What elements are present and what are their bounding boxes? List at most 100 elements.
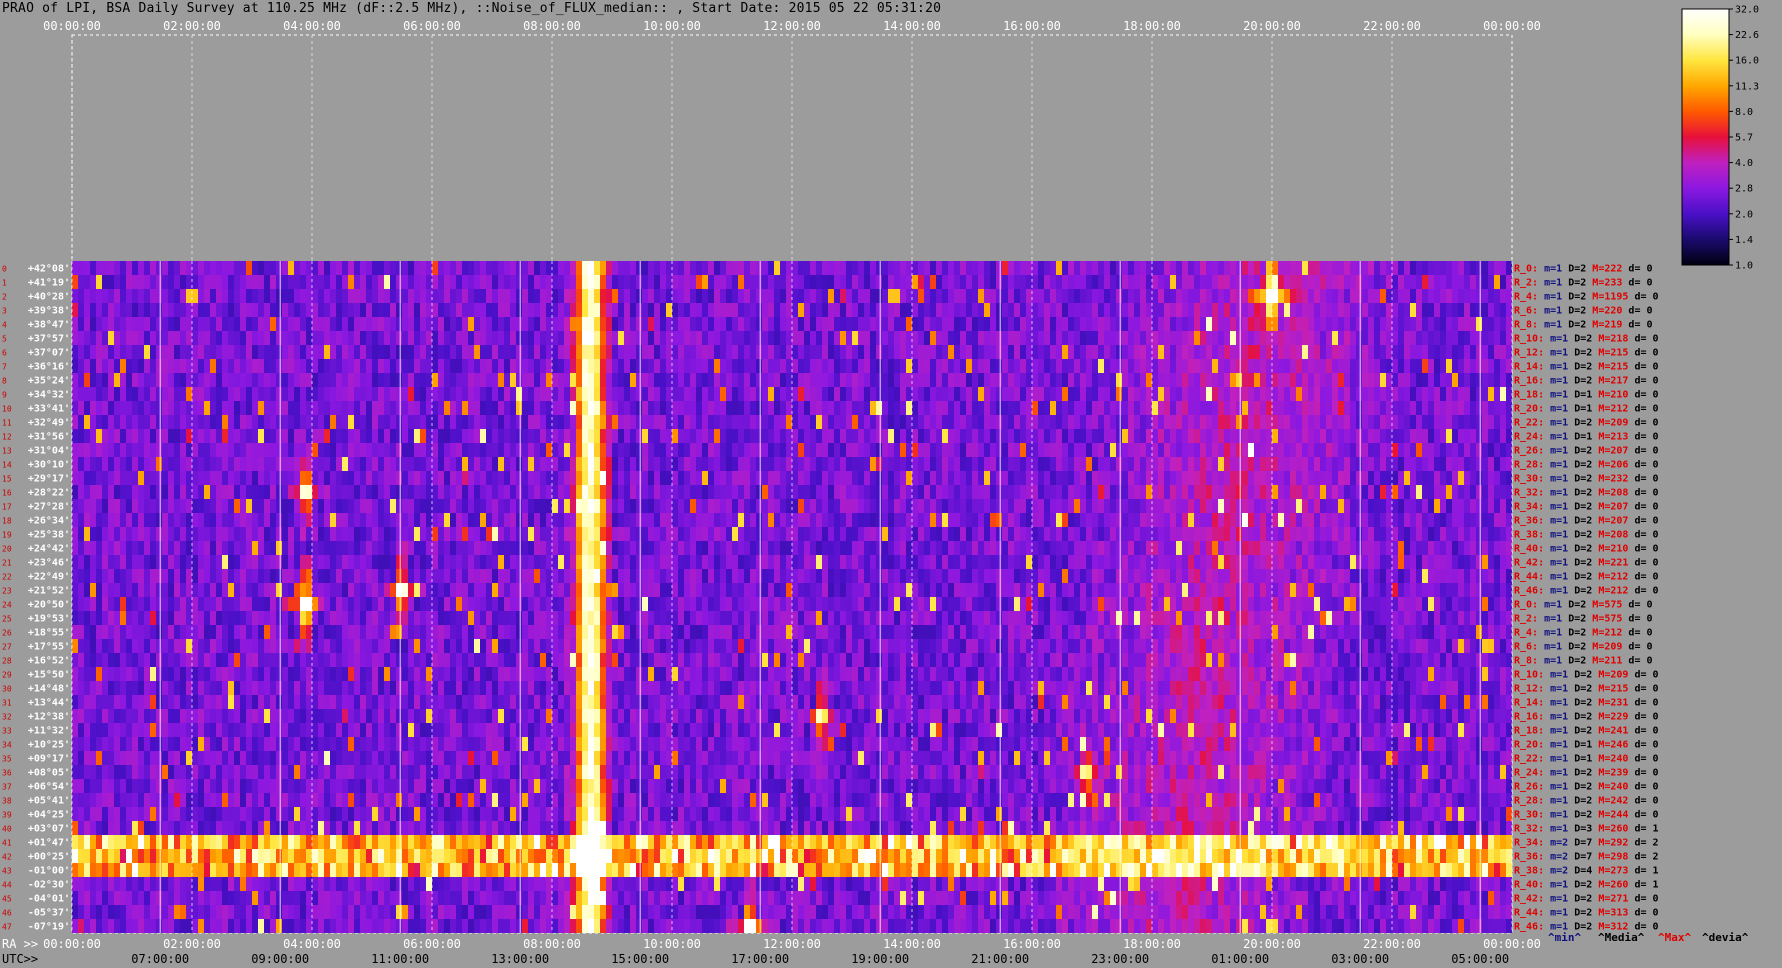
utc-axis-label: UTC>> xyxy=(2,952,38,966)
declination-label: +30°10' xyxy=(28,460,70,471)
declination-label: +00°25' xyxy=(28,852,70,863)
row-stat: R_16: m=1 D=2 M=229 d= 0 xyxy=(1514,712,1659,723)
declination-label: +22°49' xyxy=(28,572,70,583)
stats-legend-item: ^Media^ xyxy=(1598,931,1645,944)
beam-index: 6 xyxy=(2,349,7,358)
utc-tick: 23:00:00 xyxy=(1091,952,1149,966)
ra-tick-top: 14:00:00 xyxy=(883,19,941,33)
beam-index: 16 xyxy=(2,489,12,498)
ra-tick-bottom: 06:00:00 xyxy=(403,937,461,951)
declination-label: +25°38' xyxy=(28,530,70,541)
declination-label: +26°34' xyxy=(28,516,70,527)
beam-index: 46 xyxy=(2,909,12,918)
declination-label: +37°57' xyxy=(28,334,70,345)
declination-label: +27°28' xyxy=(28,502,70,513)
beam-index: 21 xyxy=(2,559,12,568)
declination-label: +14°48' xyxy=(28,684,70,695)
declination-label: +39°38' xyxy=(28,306,70,317)
declination-label: +10°25' xyxy=(28,740,70,751)
beam-index: 45 xyxy=(2,895,12,904)
beam-index: 31 xyxy=(2,699,12,708)
ra-tick-top: 06:00:00 xyxy=(403,19,461,33)
row-stat: R_22: m=1 D=2 M=209 d= 0 xyxy=(1514,418,1659,429)
row-stat: R_34: m=1 D=2 M=207 d= 0 xyxy=(1514,502,1659,513)
colorbar-tick-label: 22.6 xyxy=(1735,30,1759,41)
declination-label: +06°54' xyxy=(28,782,70,793)
colorbar-tick-label: 11.3 xyxy=(1735,81,1759,92)
beam-index: 27 xyxy=(2,643,12,652)
ra-tick-bottom: 00:00:00 xyxy=(1483,937,1541,951)
beam-index: 1 xyxy=(2,279,7,288)
beam-index: 8 xyxy=(2,377,7,386)
ra-tick-top: 10:00:00 xyxy=(643,19,701,33)
declination-label: +16°52' xyxy=(28,656,70,667)
row-stat: R_22: m=1 D=1 M=240 d= 0 xyxy=(1514,754,1659,765)
beam-index: 4 xyxy=(2,321,7,330)
beam-index: 29 xyxy=(2,671,12,680)
beam-index: 15 xyxy=(2,475,12,484)
row-stat: R_26: m=1 D=2 M=240 d= 0 xyxy=(1514,782,1659,793)
utc-tick: 05:00:00 xyxy=(1451,952,1509,966)
utc-tick: 11:00:00 xyxy=(371,952,429,966)
colorbar-tick-label: 5.7 xyxy=(1735,133,1753,144)
ra-tick-top: 04:00:00 xyxy=(283,19,341,33)
declination-label: +17°55' xyxy=(28,642,70,653)
utc-tick: 09:00:00 xyxy=(251,952,309,966)
declination-label: -07°19' xyxy=(28,922,70,933)
colorbar: 32.0 22.6 16.0 11.3 8.0 5.7 4.0 2.8 2.0 1.4 1.0 xyxy=(1681,5,1759,272)
ra-tick-top: 16:00:00 xyxy=(1003,19,1061,33)
declination-labels: +42°08' 0 +41°19' 1 +40°28' 2 +39°38' 3 +38°47' 4… xyxy=(2,264,70,933)
beam-index: 11 xyxy=(2,419,12,428)
ra-axis-top: 00:00:00 02:00:00 04:00:00 06:00:00 08:00:00… xyxy=(43,19,1541,33)
beam-index: 14 xyxy=(2,461,12,470)
row-stat: R_20: m=1 D=1 M=212 d= 0 xyxy=(1514,404,1659,415)
beam-index: 41 xyxy=(2,839,12,848)
beam-index: 19 xyxy=(2,531,12,540)
declination-label: +08°05' xyxy=(28,768,70,779)
beam-index: 9 xyxy=(2,391,7,400)
row-stat: R_20: m=1 D=1 M=246 d= 0 xyxy=(1514,740,1659,751)
declination-label: +38°47' xyxy=(28,320,70,331)
ra-tick-bottom: 12:00:00 xyxy=(763,937,821,951)
row-stat: R_12: m=1 D=2 M=215 d= 0 xyxy=(1514,684,1659,695)
row-stat: R_44: m=1 D=2 M=212 d= 0 xyxy=(1514,572,1659,583)
declination-label: -04°01' xyxy=(28,894,70,905)
ra-tick-top: 08:00:00 xyxy=(523,19,581,33)
row-stat: R_28: m=1 D=2 M=242 d= 0 xyxy=(1514,796,1659,807)
stats-legend-item: ^devia^ xyxy=(1702,931,1749,944)
declination-label: +20°50' xyxy=(28,600,70,611)
row-stat: R_34: m=2 D=7 M=292 d= 2 xyxy=(1514,838,1659,849)
row-stat: R_40: m=1 D=2 M=260 d= 1 xyxy=(1514,880,1659,891)
row-stat: R_14: m=1 D=2 M=215 d= 0 xyxy=(1514,362,1659,373)
row-stat: R_28: m=1 D=2 M=206 d= 0 xyxy=(1514,460,1659,471)
declination-label: -01°00' xyxy=(28,866,70,877)
row-stat: R_2: m=1 D=2 M=233 d= 0 xyxy=(1514,278,1653,289)
row-stat: R_26: m=1 D=2 M=207 d= 0 xyxy=(1514,446,1659,457)
beam-index: 5 xyxy=(2,335,7,344)
declination-label: +34°32' xyxy=(28,390,70,401)
row-stat: R_10: m=1 D=2 M=209 d= 0 xyxy=(1514,670,1659,681)
declination-label: +42°08' xyxy=(28,264,70,275)
utc-tick: 01:00:00 xyxy=(1211,952,1269,966)
ra-tick-bottom: 22:00:00 xyxy=(1363,937,1421,951)
row-stat: R_32: m=1 D=3 M=260 d= 1 xyxy=(1514,824,1659,835)
beam-index: 43 xyxy=(2,867,12,876)
declination-label: +24°42' xyxy=(28,544,70,555)
row-stat: R_10: m=1 D=2 M=218 d= 0 xyxy=(1514,334,1659,345)
ra-tick-bottom: 08:00:00 xyxy=(523,937,581,951)
ra-tick-top: 12:00:00 xyxy=(763,19,821,33)
declination-label: +09°17' xyxy=(28,754,70,765)
ra-tick-bottom: 10:00:00 xyxy=(643,937,701,951)
utc-tick: 03:00:00 xyxy=(1331,952,1389,966)
colorbar-tick-label: 2.0 xyxy=(1735,209,1753,220)
row-stat: R_32: m=1 D=2 M=208 d= 0 xyxy=(1514,488,1659,499)
beam-index: 7 xyxy=(2,363,7,372)
row-stat: R_18: m=1 D=1 M=210 d= 0 xyxy=(1514,390,1659,401)
utc-tick: 07:00:00 xyxy=(131,952,189,966)
row-stat: R_36: m=1 D=2 M=207 d= 0 xyxy=(1514,516,1659,527)
declination-label: -02°30' xyxy=(28,880,70,891)
row-stat: R_38: m=1 D=2 M=208 d= 0 xyxy=(1514,530,1659,541)
row-stats: R_0: m=1 D=2 M=222 d= 0 R_2: m=1 D=2 M=23… xyxy=(1514,264,1659,933)
ra-tick-bottom: 16:00:00 xyxy=(1003,937,1061,951)
row-stat: R_46: m=1 D=2 M=212 d= 0 xyxy=(1514,586,1659,597)
